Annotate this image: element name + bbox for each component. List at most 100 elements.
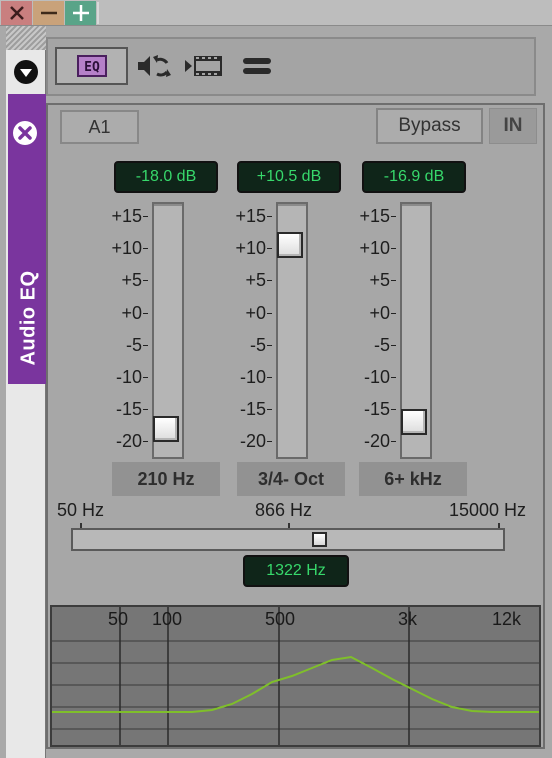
chevron-down-icon [14, 60, 38, 84]
gain-tick: +0 [369, 303, 396, 323]
gain-tick: +0 [245, 303, 272, 323]
gain-tick-label: +0 [245, 302, 266, 323]
toolbar: EQ [46, 37, 536, 96]
panel-left-strip: Audio EQ [6, 26, 46, 758]
gain-tick: -20 [240, 431, 272, 451]
gain-tick: -5 [374, 335, 396, 355]
band-1-label: 210 Hz [112, 462, 220, 496]
gain-tick-mark [391, 215, 396, 217]
gain-tick: -20 [364, 431, 396, 451]
gain-tick-mark [391, 279, 396, 281]
band-3-label: 6+ kHz [359, 462, 467, 496]
gain-tick: +10 [235, 238, 272, 258]
gain-tick: +5 [369, 270, 396, 290]
minus-icon [40, 11, 57, 15]
band-1-fader-knob[interactable] [153, 416, 179, 442]
toolbar-menu-button[interactable] [242, 51, 272, 81]
frequency-slider[interactable] [71, 528, 505, 551]
gain-tick-label: +5 [369, 269, 390, 290]
window-close-button[interactable] [1, 1, 32, 25]
band-2-gain-scale: +15 +10 +5 +0 -5 -10 -15 -20 [230, 202, 272, 459]
eq-response-graph: 50 100 500 3k 12k [50, 605, 541, 747]
gain-tick: +15 [235, 206, 272, 226]
close-x-icon [9, 6, 24, 20]
window-minimize-button[interactable] [33, 1, 64, 25]
gain-tick-label: +0 [369, 302, 390, 323]
gain-tick: -10 [116, 367, 148, 387]
window-maximize-button[interactable] [65, 1, 96, 25]
gain-tick-mark [267, 408, 272, 410]
frequency-slider-knob[interactable] [312, 532, 327, 547]
gain-tick-mark [143, 408, 148, 410]
gain-tick: +15 [359, 206, 396, 226]
gain-tick-mark [391, 376, 396, 378]
band-1-gain-readout[interactable]: -18.0 dB [114, 161, 218, 193]
graph-label-500: 500 [265, 609, 296, 629]
band-3-gain-readout[interactable]: -16.9 dB [362, 161, 466, 193]
gain-tick: -15 [364, 399, 396, 419]
video-clip-button[interactable] [184, 51, 224, 81]
band-3-gain-scale: +15 +10 +5 +0 -5 -10 -15 -20 [354, 202, 396, 459]
band-2-label: 3/4- Oct [237, 462, 345, 496]
graph-horizontal-grid [52, 640, 539, 730]
gain-tick-mark [391, 440, 396, 442]
eq-tab-button[interactable]: EQ [55, 47, 128, 85]
gain-tick-mark [143, 215, 148, 217]
gain-tick-mark [391, 247, 396, 249]
close-circle-icon [13, 121, 37, 145]
gain-tick: -15 [116, 399, 148, 419]
gain-tick-label: -5 [125, 334, 142, 355]
bypass-button[interactable]: Bypass [376, 108, 483, 144]
band-2-fader-knob[interactable] [277, 232, 303, 258]
gain-tick: -5 [126, 335, 148, 355]
gain-tick-mark [143, 279, 148, 281]
eq-icon: EQ [76, 55, 107, 77]
gain-tick: -10 [240, 367, 272, 387]
gain-tick-mark [267, 440, 272, 442]
frequency-readout[interactable]: 1322 Hz [243, 555, 349, 587]
gain-tick-mark [267, 279, 272, 281]
gain-tick: +5 [121, 270, 148, 290]
band-2-gain-readout[interactable]: +10.5 dB [237, 161, 341, 193]
gain-tick-label: +15 [235, 205, 266, 226]
gain-tick-mark [391, 344, 396, 346]
gain-tick-label: -20 [115, 430, 142, 451]
plus-icon [72, 5, 89, 21]
gain-tick-mark [267, 312, 272, 314]
audio-sync-button[interactable] [136, 51, 172, 81]
gain-tick-mark [143, 344, 148, 346]
gain-tick: +5 [245, 270, 272, 290]
gain-tick-label: +15 [359, 205, 390, 226]
graph-label-3k: 3k [398, 609, 418, 629]
panel-menu-button[interactable] [13, 59, 39, 85]
tab-close-button[interactable] [12, 120, 38, 146]
graph-label-100: 100 [152, 609, 183, 629]
drag-handle[interactable] [6, 26, 46, 50]
gain-tick-mark [267, 215, 272, 217]
in-button[interactable]: IN [489, 108, 537, 144]
gain-tick-mark [143, 440, 148, 442]
gain-tick-mark [267, 344, 272, 346]
gain-tick-mark [267, 376, 272, 378]
freq-max-label: 15000 Hz [449, 500, 527, 520]
gain-tick-label: -15 [239, 398, 266, 419]
graph-label-12k: 12k [492, 609, 522, 629]
gain-tick-label: -5 [249, 334, 266, 355]
gain-tick: +10 [111, 238, 148, 258]
graph-label-50: 50 [108, 609, 129, 629]
gain-tick-label: -20 [363, 430, 390, 451]
band-3-gain-fader[interactable] [400, 202, 432, 459]
band-3-fader-knob[interactable] [401, 409, 427, 435]
band-1-gain-scale: +15 +10 +5 +0 -5 -10 -15 -20 [106, 202, 148, 459]
gain-tick-label: -20 [239, 430, 266, 451]
eq-panel: A1 Bypass IN -18.0 dB +15 +10 +5 +0 -5 -10 -15… [46, 103, 545, 749]
gain-tick: -15 [240, 399, 272, 419]
freq-mid-label: 866 Hz [255, 500, 313, 520]
band-2-gain-fader[interactable] [276, 202, 308, 459]
gain-tick-mark [391, 312, 396, 314]
gain-tick-label: -10 [363, 366, 390, 387]
gain-tick-label: +10 [359, 237, 390, 258]
channel-button[interactable]: A1 [60, 110, 139, 144]
band-1-gain-fader[interactable] [152, 202, 184, 459]
gain-tick-label: +10 [111, 237, 142, 258]
